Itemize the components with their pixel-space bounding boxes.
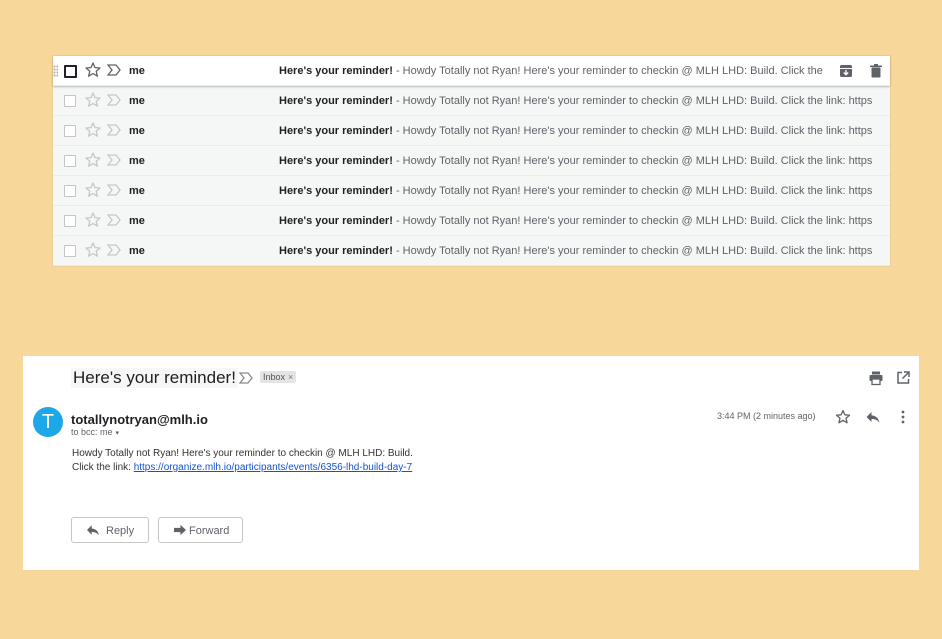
importance-marker-icon[interactable] (107, 214, 121, 226)
star-icon[interactable] (84, 241, 102, 259)
importance-marker-icon[interactable] (107, 154, 121, 166)
link-prefix: Click the link: (72, 462, 134, 473)
forward-button[interactable]: Forward (158, 517, 243, 543)
row-subject: Here's your reminder! (279, 245, 393, 257)
row-sender: me (129, 215, 145, 227)
row-checkbox[interactable] (64, 155, 76, 167)
star-icon[interactable] (84, 121, 102, 139)
row-checkbox[interactable] (64, 95, 76, 107)
chevron-down-icon[interactable]: ▾ (116, 430, 120, 437)
row-snippet: Here's your reminder! - Howdy Totally no… (279, 215, 873, 227)
row-preview: - Howdy Totally not Ryan! Here's your re… (395, 65, 824, 77)
email-timestamp: 3:44 PM (2 minutes ago) (717, 411, 816, 421)
reply-button[interactable]: Reply (71, 517, 149, 543)
row-snippet: Here's your reminder! - Howdy Totally no… (279, 65, 824, 77)
email-row[interactable]: me Here's your reminder! - Howdy Totally… (53, 236, 890, 266)
importance-marker-icon[interactable] (107, 124, 121, 136)
print-icon[interactable] (868, 370, 884, 386)
row-snippet: Here's your reminder! - Howdy Totally no… (279, 155, 873, 167)
row-subject: Here's your reminder! (279, 155, 393, 167)
email-row[interactable]: me Here's your reminder! - Howdy Totally… (53, 86, 890, 116)
star-icon[interactable] (84, 211, 102, 229)
importance-marker-icon[interactable] (107, 244, 121, 256)
row-snippet: Here's your reminder! - Howdy Totally no… (279, 125, 873, 137)
row-checkbox[interactable] (64, 245, 76, 257)
row-snippet: Here's your reminder! - Howdy Totally no… (279, 185, 873, 197)
checkin-link[interactable]: https://organize.mlh.io/participants/eve… (134, 462, 413, 473)
drag-handle-icon[interactable] (53, 65, 58, 77)
email-row[interactable]: me Here's your reminder! - Howdy Totally… (53, 206, 890, 236)
row-sender: me (129, 95, 145, 107)
row-subject: Here's your reminder! (279, 95, 393, 107)
star-icon[interactable] (84, 61, 102, 79)
email-subject: Here's your reminder! (71, 368, 238, 388)
email-row[interactable]: me Here's your reminder! - Howdy Totally… (53, 56, 890, 86)
row-checkbox[interactable] (64, 65, 77, 78)
label-text: Inbox (263, 372, 286, 382)
recipients[interactable]: to bcc: me ▾ (71, 427, 119, 437)
open-in-new-window-icon[interactable] (895, 370, 911, 386)
remove-label-icon[interactable]: × (288, 372, 293, 382)
email-body-line: Howdy Totally not Ryan! Here's your remi… (72, 448, 413, 459)
row-preview: - Howdy Totally not Ryan! Here's your re… (395, 155, 873, 167)
avatar[interactable]: T (33, 407, 63, 437)
star-icon[interactable] (84, 181, 102, 199)
row-preview: - Howdy Totally not Ryan! Here's your re… (395, 245, 873, 257)
forward-icon (174, 524, 186, 536)
row-sender: me (129, 155, 145, 167)
importance-marker-icon[interactable] (107, 64, 121, 76)
row-checkbox[interactable] (64, 215, 76, 227)
importance-marker-icon[interactable] (107, 94, 121, 106)
inbox-list: me Here's your reminder! - Howdy Totally… (53, 56, 890, 266)
row-preview: - Howdy Totally not Ryan! Here's your re… (395, 95, 873, 107)
reply-icon[interactable] (865, 409, 881, 425)
email-body-line: Click the link: https://organize.mlh.io/… (72, 462, 412, 473)
row-preview: - Howdy Totally not Ryan! Here's your re… (395, 125, 873, 137)
row-checkbox[interactable] (64, 185, 76, 197)
star-icon[interactable] (84, 151, 102, 169)
importance-marker-icon[interactable] (107, 184, 121, 196)
row-preview: - Howdy Totally not Ryan! Here's your re… (395, 215, 873, 227)
forward-label: Forward (189, 525, 230, 537)
row-checkbox[interactable] (64, 125, 76, 137)
row-sender: me (129, 245, 145, 257)
row-snippet: Here's your reminder! - Howdy Totally no… (279, 245, 873, 257)
archive-icon[interactable] (838, 63, 854, 79)
inbox-label-badge[interactable]: Inbox × (260, 371, 297, 383)
row-sender: me (129, 65, 145, 77)
row-sender: me (129, 125, 145, 137)
reply-label: Reply (106, 525, 135, 537)
recipients-text: to bcc: me (71, 427, 113, 437)
row-subject: Here's your reminder! (279, 215, 393, 227)
row-subject: Here's your reminder! (279, 65, 393, 77)
delete-icon[interactable] (868, 63, 884, 79)
star-icon[interactable] (835, 409, 851, 425)
row-subject: Here's your reminder! (279, 185, 393, 197)
importance-marker-icon[interactable] (239, 372, 253, 384)
email-row[interactable]: me Here's your reminder! - Howdy Totally… (53, 116, 890, 146)
email-view: Here's your reminder! Inbox × T totallyno… (23, 356, 919, 570)
row-sender: me (129, 185, 145, 197)
more-vert-icon[interactable] (895, 409, 911, 425)
email-row[interactable]: me Here's your reminder! - Howdy Totally… (53, 176, 890, 206)
row-subject: Here's your reminder! (279, 125, 393, 137)
star-icon[interactable] (84, 91, 102, 109)
reply-icon (87, 525, 99, 536)
row-snippet: Here's your reminder! - Howdy Totally no… (279, 95, 873, 107)
row-preview: - Howdy Totally not Ryan! Here's your re… (395, 185, 873, 197)
email-row[interactable]: me Here's your reminder! - Howdy Totally… (53, 146, 890, 176)
sender-email[interactable]: totallynotryan@mlh.io (71, 412, 208, 427)
